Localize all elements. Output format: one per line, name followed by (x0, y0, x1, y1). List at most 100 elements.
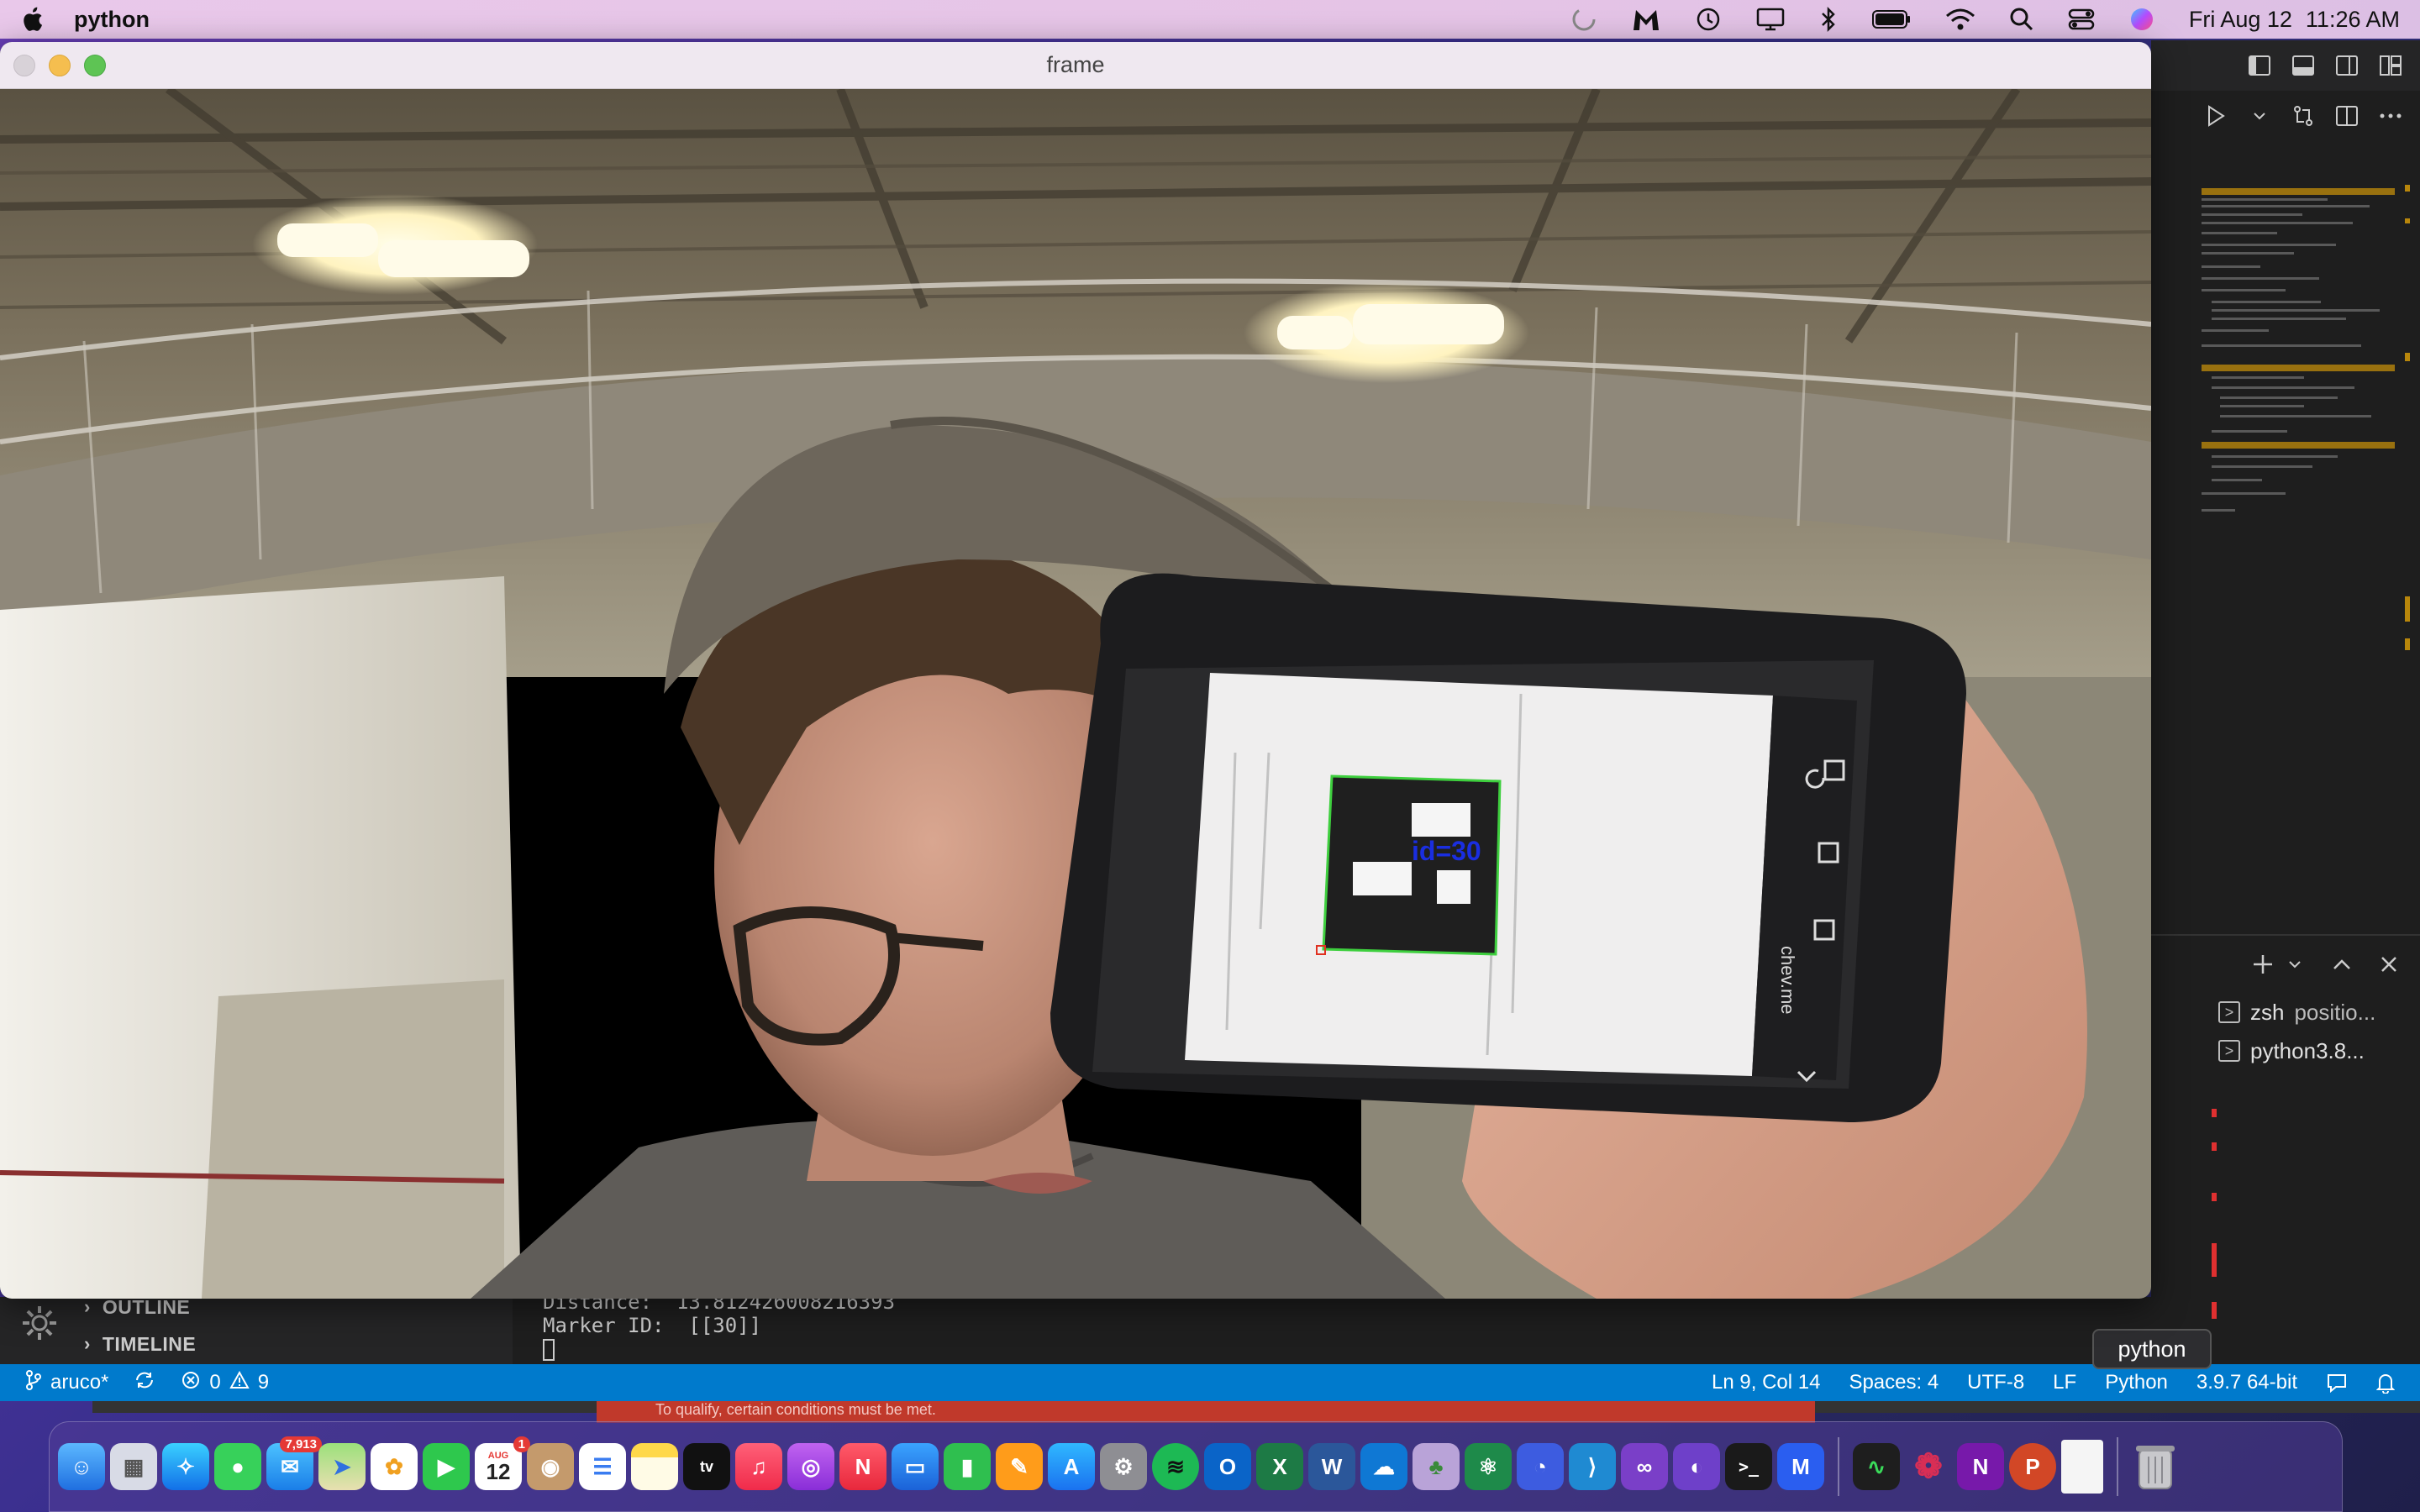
mail-icon[interactable]: ✉ 7,913 (266, 1436, 322, 1490)
visual-studio-icon[interactable]: ∞ (1621, 1443, 1668, 1490)
editor-actions (2151, 91, 2420, 141)
display-icon[interactable] (1755, 5, 1786, 34)
raspberry-pi-icon[interactable]: ❁ (1905, 1443, 1952, 1490)
python-interpreter[interactable]: 3.9.7 64-bit (2196, 1371, 2297, 1394)
onenote-icon[interactable]: N (1957, 1443, 2004, 1490)
calendar-icon[interactable]: AUG 12 1 (475, 1436, 530, 1490)
zoom-window-button[interactable] (84, 55, 106, 76)
terminal-dropdown-icon[interactable] (2282, 952, 2307, 977)
customize-layout-icon[interactable] (2378, 53, 2403, 78)
onedrive-icon[interactable]: ☁ (1360, 1443, 1407, 1490)
word-icon[interactable]: W (1308, 1443, 1355, 1490)
app-store-icon[interactable]: A (1048, 1443, 1095, 1490)
outlook-icon[interactable]: O (1204, 1443, 1251, 1490)
terminal-tab-zsh[interactable]: > zsh positio... (2218, 993, 2420, 1032)
podcasts-icon[interactable]: ◎ (787, 1443, 834, 1490)
keynote-icon[interactable]: ▭ (892, 1443, 939, 1490)
toggle-panel-icon[interactable] (2291, 53, 2316, 78)
file-encoding[interactable]: UTF-8 (1967, 1371, 2024, 1394)
maximize-panel-icon[interactable] (2329, 952, 2354, 977)
dock: ☺ ▦ ✧ ● ✉ 7,913 ➤ ✿ ▶ AUG 12 1 ◉ ☰ tv ♫ … (49, 1421, 2343, 1512)
battery-icon[interactable] (1871, 5, 1912, 34)
excel-icon[interactable]: X (1256, 1443, 1303, 1490)
bluetooth-icon[interactable] (1819, 5, 1838, 34)
vscode-icon[interactable]: ⟩ (1569, 1443, 1616, 1490)
indentation[interactable]: Spaces: 4 (1849, 1371, 1939, 1394)
system-preferences-icon[interactable]: ⚙ (1100, 1443, 1147, 1490)
manage-gear-icon[interactable] (18, 1302, 60, 1344)
terminal-output[interactable]: Distance: 13.812426008216393 Marker ID: … (513, 1290, 2151, 1364)
news-icon[interactable]: N (839, 1443, 886, 1490)
sequoia-icon[interactable]: ♣ (1413, 1443, 1460, 1490)
active-app-name[interactable]: python (74, 7, 150, 33)
atom-icon[interactable]: ⚛ (1465, 1443, 1512, 1490)
warning-count: 9 (257, 1371, 270, 1394)
numbers-icon[interactable]: ▮ (944, 1443, 991, 1490)
frame-title-bar[interactable]: frame (0, 42, 2151, 89)
toggle-sidebar-icon[interactable] (2247, 53, 2272, 78)
cursor-position[interactable]: Ln 9, Col 14 (1712, 1371, 1820, 1394)
loader-status-icon[interactable] (1570, 5, 1597, 34)
language-mode[interactable]: Python (2105, 1371, 2168, 1394)
apple-menu-icon[interactable] (20, 5, 45, 34)
minimize-window-button[interactable] (49, 55, 71, 76)
compare-changes-icon[interactable] (2291, 103, 2316, 129)
music-icon[interactable]: ♫ (735, 1443, 782, 1490)
powerpoint-icon[interactable]: P (2009, 1443, 2056, 1490)
terminal-tab-python[interactable]: > python3.8... (2218, 1032, 2420, 1070)
terminal-cursor (543, 1339, 555, 1361)
spotlight-search-icon[interactable] (2009, 5, 2034, 34)
document-icon[interactable] (2061, 1440, 2103, 1494)
reminders-icon[interactable]: ☰ (579, 1443, 626, 1490)
wifi-icon[interactable] (1945, 5, 1975, 34)
feedback-icon[interactable] (2326, 1373, 2348, 1393)
outline-label: OUTLINE (102, 1295, 191, 1318)
siri-icon[interactable] (2128, 5, 2155, 34)
marker-id-label: id=30 (1412, 836, 1481, 866)
safari-icon[interactable]: ✧ (162, 1443, 209, 1490)
control-center-icon[interactable] (2068, 5, 2095, 34)
github-icon[interactable]: ◐ (1673, 1443, 1720, 1490)
tv-icon[interactable]: tv (683, 1443, 730, 1490)
activity-monitor-icon[interactable]: ∿ (1853, 1443, 1900, 1490)
pages-icon[interactable]: ✎ (996, 1443, 1043, 1490)
notes-icon[interactable] (631, 1443, 678, 1490)
malwarebytes-menu-icon[interactable] (1631, 5, 1661, 34)
finder-icon[interactable]: ☺ (58, 1443, 105, 1490)
close-window-button[interactable] (13, 55, 35, 76)
messages-icon[interactable]: ● (214, 1443, 261, 1490)
menu-clock[interactable]: Fri Aug 12 11:26 AM (2189, 7, 2400, 33)
problems-status[interactable]: 0 9 (181, 1370, 269, 1396)
spotify-icon[interactable]: ≋ (1152, 1443, 1199, 1490)
run-python-icon[interactable] (2203, 103, 2228, 129)
terminal-tabs-list: > zsh positio... > python3.8... (2218, 993, 2420, 1077)
notifications-bell-icon[interactable] (2376, 1372, 2395, 1394)
trash-icon[interactable] (2132, 1443, 2179, 1490)
facetime-icon[interactable]: ▶ (423, 1443, 470, 1490)
camera-feed: id=30 chev.me (0, 89, 2151, 1299)
close-panel-icon[interactable] (2376, 952, 2402, 977)
terminal-panel-header (2151, 934, 2420, 993)
malwarebytes-icon[interactable]: M (1777, 1443, 1824, 1490)
explorer-bottom-sections (0, 1297, 513, 1364)
terminal-icon[interactable]: >_ (1725, 1443, 1772, 1490)
time-machine-icon[interactable] (1695, 5, 1722, 34)
photos-icon[interactable]: ✿ (371, 1443, 418, 1490)
cursor-icon[interactable]: ◔ (1517, 1443, 1564, 1490)
window-title: frame (1046, 52, 1105, 77)
end-of-line[interactable]: LF (2053, 1371, 2076, 1394)
timeline-label: TIMELINE (102, 1332, 197, 1355)
git-branch-status[interactable]: aruco* (25, 1369, 108, 1397)
sync-changes-button[interactable] (134, 1371, 155, 1395)
calendar-day: 12 (486, 1459, 511, 1484)
toggle-secondary-sidebar-icon[interactable] (2334, 53, 2360, 78)
timeline-section[interactable]: › TIMELINE (84, 1327, 196, 1361)
split-editor-icon[interactable] (2334, 103, 2360, 129)
contacts-icon[interactable]: ◉ (527, 1443, 574, 1490)
launchpad-icon[interactable]: ▦ (110, 1443, 157, 1490)
new-terminal-icon[interactable] (2250, 952, 2275, 977)
maps-icon[interactable]: ➤ (318, 1443, 366, 1490)
minimap[interactable] (2195, 185, 2396, 538)
run-dropdown-icon[interactable] (2247, 103, 2272, 129)
more-actions-icon[interactable] (2378, 103, 2403, 129)
